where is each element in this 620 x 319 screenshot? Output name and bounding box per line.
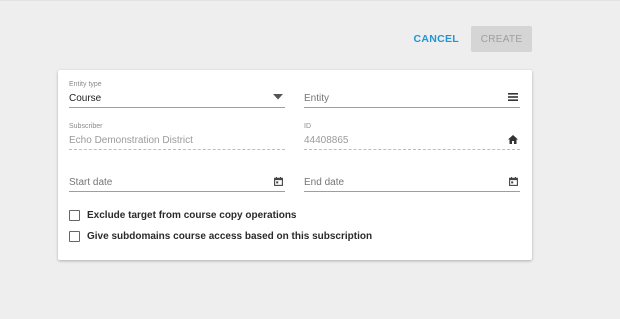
end-date-field[interactable] xyxy=(304,165,520,195)
list-icon[interactable] xyxy=(507,91,519,103)
entity-type-label: Entity type xyxy=(69,81,102,88)
create-button[interactable]: CREATE xyxy=(471,26,532,52)
entity-type-underline xyxy=(69,107,285,108)
subdomain-access-label: Give subdomains course access based on t… xyxy=(87,230,373,242)
exclude-target-checkbox-row[interactable]: Exclude target from course copy operatio… xyxy=(69,208,297,222)
exclude-target-checkbox[interactable] xyxy=(69,209,80,221)
id-label: ID xyxy=(304,123,311,130)
entity-underline xyxy=(304,107,520,108)
start-date-input[interactable] xyxy=(69,177,259,189)
end-date-input[interactable] xyxy=(304,177,494,189)
id-value: 44408865 xyxy=(304,135,349,146)
dropdown-arrow-icon[interactable] xyxy=(272,91,284,103)
subscriber-underline xyxy=(69,149,285,150)
subscription-create-page: CANCEL CREATE Entity type Course Entity … xyxy=(0,0,620,319)
subscriber-field: Subscriber Echo Demonstration District xyxy=(69,123,285,153)
id-field: ID 44408865 xyxy=(304,123,520,153)
end-date-underline xyxy=(304,191,520,192)
entity-field[interactable] xyxy=(304,81,520,111)
subscriber-label: Subscriber xyxy=(69,123,103,130)
calendar-icon[interactable] xyxy=(272,175,284,187)
top-divider xyxy=(0,0,620,1)
cancel-button[interactable]: CANCEL xyxy=(413,26,459,52)
exclude-target-label: Exclude target from course copy operatio… xyxy=(87,209,297,221)
home-icon[interactable] xyxy=(507,133,519,145)
subdomain-access-checkbox-row[interactable]: Give subdomains course access based on t… xyxy=(69,229,372,243)
start-date-field[interactable] xyxy=(69,165,285,195)
entity-input[interactable] xyxy=(304,93,494,105)
start-date-underline xyxy=(69,191,285,192)
subdomain-access-checkbox[interactable] xyxy=(69,230,80,242)
id-underline xyxy=(304,149,520,150)
action-bar: CANCEL CREATE xyxy=(413,26,532,52)
subscription-form-card: Entity type Course Subscriber Echo Demon… xyxy=(58,70,532,260)
calendar-icon[interactable] xyxy=(507,175,519,187)
entity-type-value: Course xyxy=(69,93,102,104)
subscriber-value: Echo Demonstration District xyxy=(69,135,193,146)
entity-type-select[interactable]: Entity type Course xyxy=(69,81,285,111)
